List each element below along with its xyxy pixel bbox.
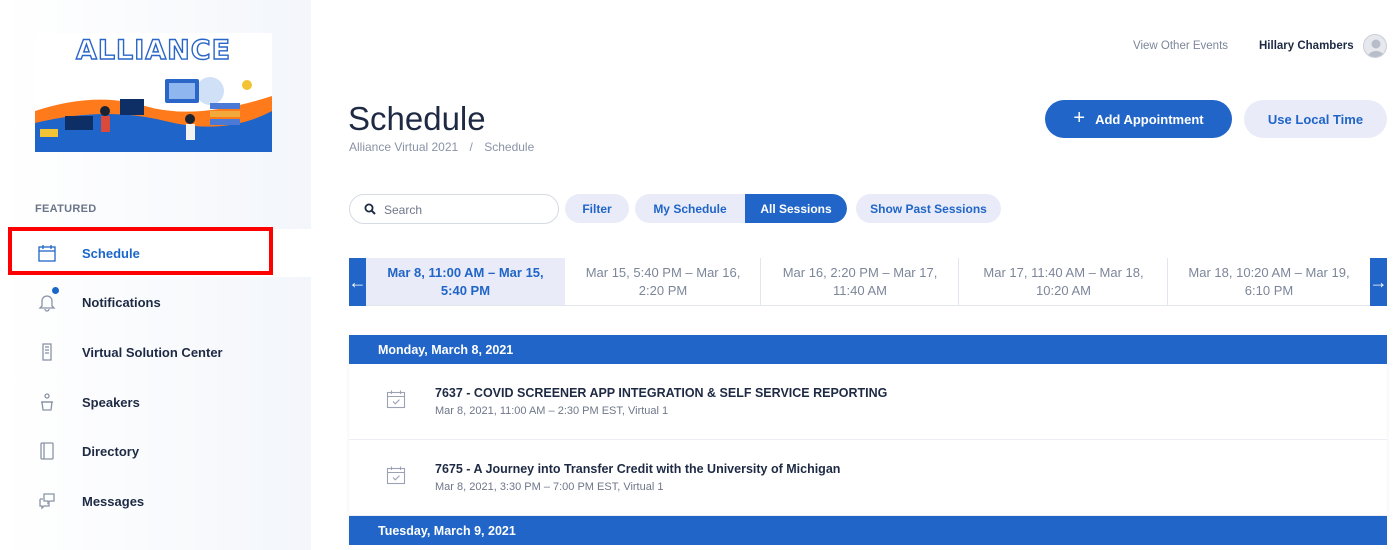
sidebar-item-label: Virtual Solution Center <box>82 344 223 360</box>
breadcrumb-separator: / <box>469 140 473 154</box>
date-range-tabs: ← Mar 8, 11:00 AM – Mar 15, 5:40 PM Mar 1… <box>348 258 1388 306</box>
add-appointment-button[interactable]: + Add Appointment <box>1045 100 1232 138</box>
date-range-line: 10:20 AM <box>1036 282 1091 298</box>
breadcrumb-event-link[interactable]: Alliance Virtual 2021 <box>349 140 458 154</box>
building-icon <box>42 343 52 361</box>
avatar[interactable] <box>1363 34 1387 58</box>
bell-icon <box>38 295 56 312</box>
search-icon <box>364 203 376 215</box>
notification-badge <box>52 287 59 294</box>
book-icon <box>40 442 54 460</box>
all-sessions-tab[interactable]: All Sessions <box>745 194 847 223</box>
session-row[interactable]: 7637 - COVID SCREENER APP INTEGRATION & … <box>349 364 1387 440</box>
show-past-sessions-button[interactable]: Show Past Sessions <box>856 194 1001 223</box>
sidebar-item-label: Notifications <box>82 294 161 310</box>
arrow-left-icon: ← <box>348 271 367 292</box>
date-range-line: Mar 16, 2:20 PM – Mar 17, <box>782 264 938 280</box>
view-other-events-link[interactable]: View Other Events <box>1133 40 1228 52</box>
date-range-line: 2:20 PM <box>638 282 688 298</box>
calendar-check-icon[interactable] <box>386 465 406 485</box>
sidebar-item-speakers[interactable]: Speakers <box>0 378 311 426</box>
sidebar-item-label: Directory <box>82 443 140 459</box>
podium-icon <box>41 393 53 411</box>
page-title: Schedule <box>348 100 486 137</box>
session-title[interactable]: 7675 - A Journey into Transfer Credit wi… <box>435 462 840 476</box>
breadcrumb-current: Schedule <box>484 140 535 154</box>
sidebar-item-virtual-solution-center[interactable]: Virtual Solution Center <box>0 328 311 376</box>
sidebar-item-label: Messages <box>82 493 145 509</box>
date-range-tab[interactable]: Mar 16, 2:20 PM – Mar 17, 11:40 AM <box>761 258 959 306</box>
date-range-line: Mar 8, 11:00 AM – Mar 15, <box>387 264 544 280</box>
event-logo[interactable]: ALLIANCE <box>35 33 272 152</box>
session-list: Monday, March 8, 2021 7637 - COVID SCREE… <box>349 335 1387 550</box>
date-range-tab[interactable]: Mar 18, 10:20 AM – Mar 19, 6:10 PM <box>1168 258 1370 306</box>
schedule-view-toggle: My Schedule All Sessions <box>635 194 847 223</box>
date-range-line: Mar 18, 10:20 AM – Mar 19, <box>1188 264 1350 280</box>
session-title[interactable]: 7637 - COVID SCREENER APP INTEGRATION & … <box>435 386 887 400</box>
date-range-line: 6:10 PM <box>1244 282 1294 298</box>
date-range-tab[interactable]: Mar 17, 11:40 AM – Mar 18, 10:20 AM <box>959 258 1168 306</box>
arrow-right-icon: → <box>1369 271 1388 292</box>
search-placeholder: Search <box>384 203 423 217</box>
chat-icon <box>39 493 55 510</box>
calendar-check-icon[interactable] <box>386 389 406 409</box>
my-schedule-tab[interactable]: My Schedule <box>635 194 745 223</box>
previous-range-button[interactable]: ← <box>348 258 367 306</box>
filter-button[interactable]: Filter <box>565 194 629 223</box>
user-icon <box>1367 39 1385 57</box>
plus-icon: + <box>1073 107 1086 129</box>
use-local-time-button[interactable]: Use Local Time <box>1244 100 1387 138</box>
logo-wordmark: ALLIANCE <box>75 34 232 66</box>
sidebar: ALLIANCE FEATURED Schedule Notifications… <box>0 0 311 550</box>
user-name[interactable]: Hillary Chambers <box>1259 40 1354 52</box>
add-appointment-label: Add Appointment <box>1095 111 1204 127</box>
session-meta: Mar 8, 2021, 11:00 AM – 2:30 PM EST, Vir… <box>435 405 669 417</box>
day-header: Tuesday, March 9, 2021 <box>349 516 1387 545</box>
sidebar-item-messages[interactable]: Messages <box>0 477 311 525</box>
logo-illustration <box>35 71 272 152</box>
search-input[interactable]: Search <box>349 194 559 224</box>
session-meta: Mar 8, 2021, 3:30 PM – 7:00 PM EST, Virt… <box>435 481 664 493</box>
featured-heading: FEATURED <box>35 203 97 215</box>
sidebar-item-notifications[interactable]: Notifications <box>0 278 311 326</box>
date-range-tab[interactable]: Mar 15, 5:40 PM – Mar 16, 2:20 PM <box>565 258 761 306</box>
date-range-line: Mar 15, 5:40 PM – Mar 16, <box>585 264 741 280</box>
next-range-button[interactable]: → <box>1369 258 1388 306</box>
date-range-line: 5:40 PM <box>440 282 491 298</box>
breadcrumb: Alliance Virtual 2021 / Schedule <box>349 140 534 154</box>
sidebar-item-directory[interactable]: Directory <box>0 427 311 475</box>
date-range-line: Mar 17, 11:40 AM – Mar 18, <box>983 264 1144 280</box>
date-range-tab[interactable]: Mar 8, 11:00 AM – Mar 15, 5:40 PM <box>366 258 565 306</box>
annotation-highlight <box>8 227 273 275</box>
sidebar-item-label: Speakers <box>82 394 140 410</box>
session-row[interactable]: 7675 - A Journey into Transfer Credit wi… <box>349 440 1387 516</box>
day-header: Monday, March 8, 2021 <box>349 335 1387 364</box>
date-range-line: 11:40 AM <box>833 282 887 298</box>
